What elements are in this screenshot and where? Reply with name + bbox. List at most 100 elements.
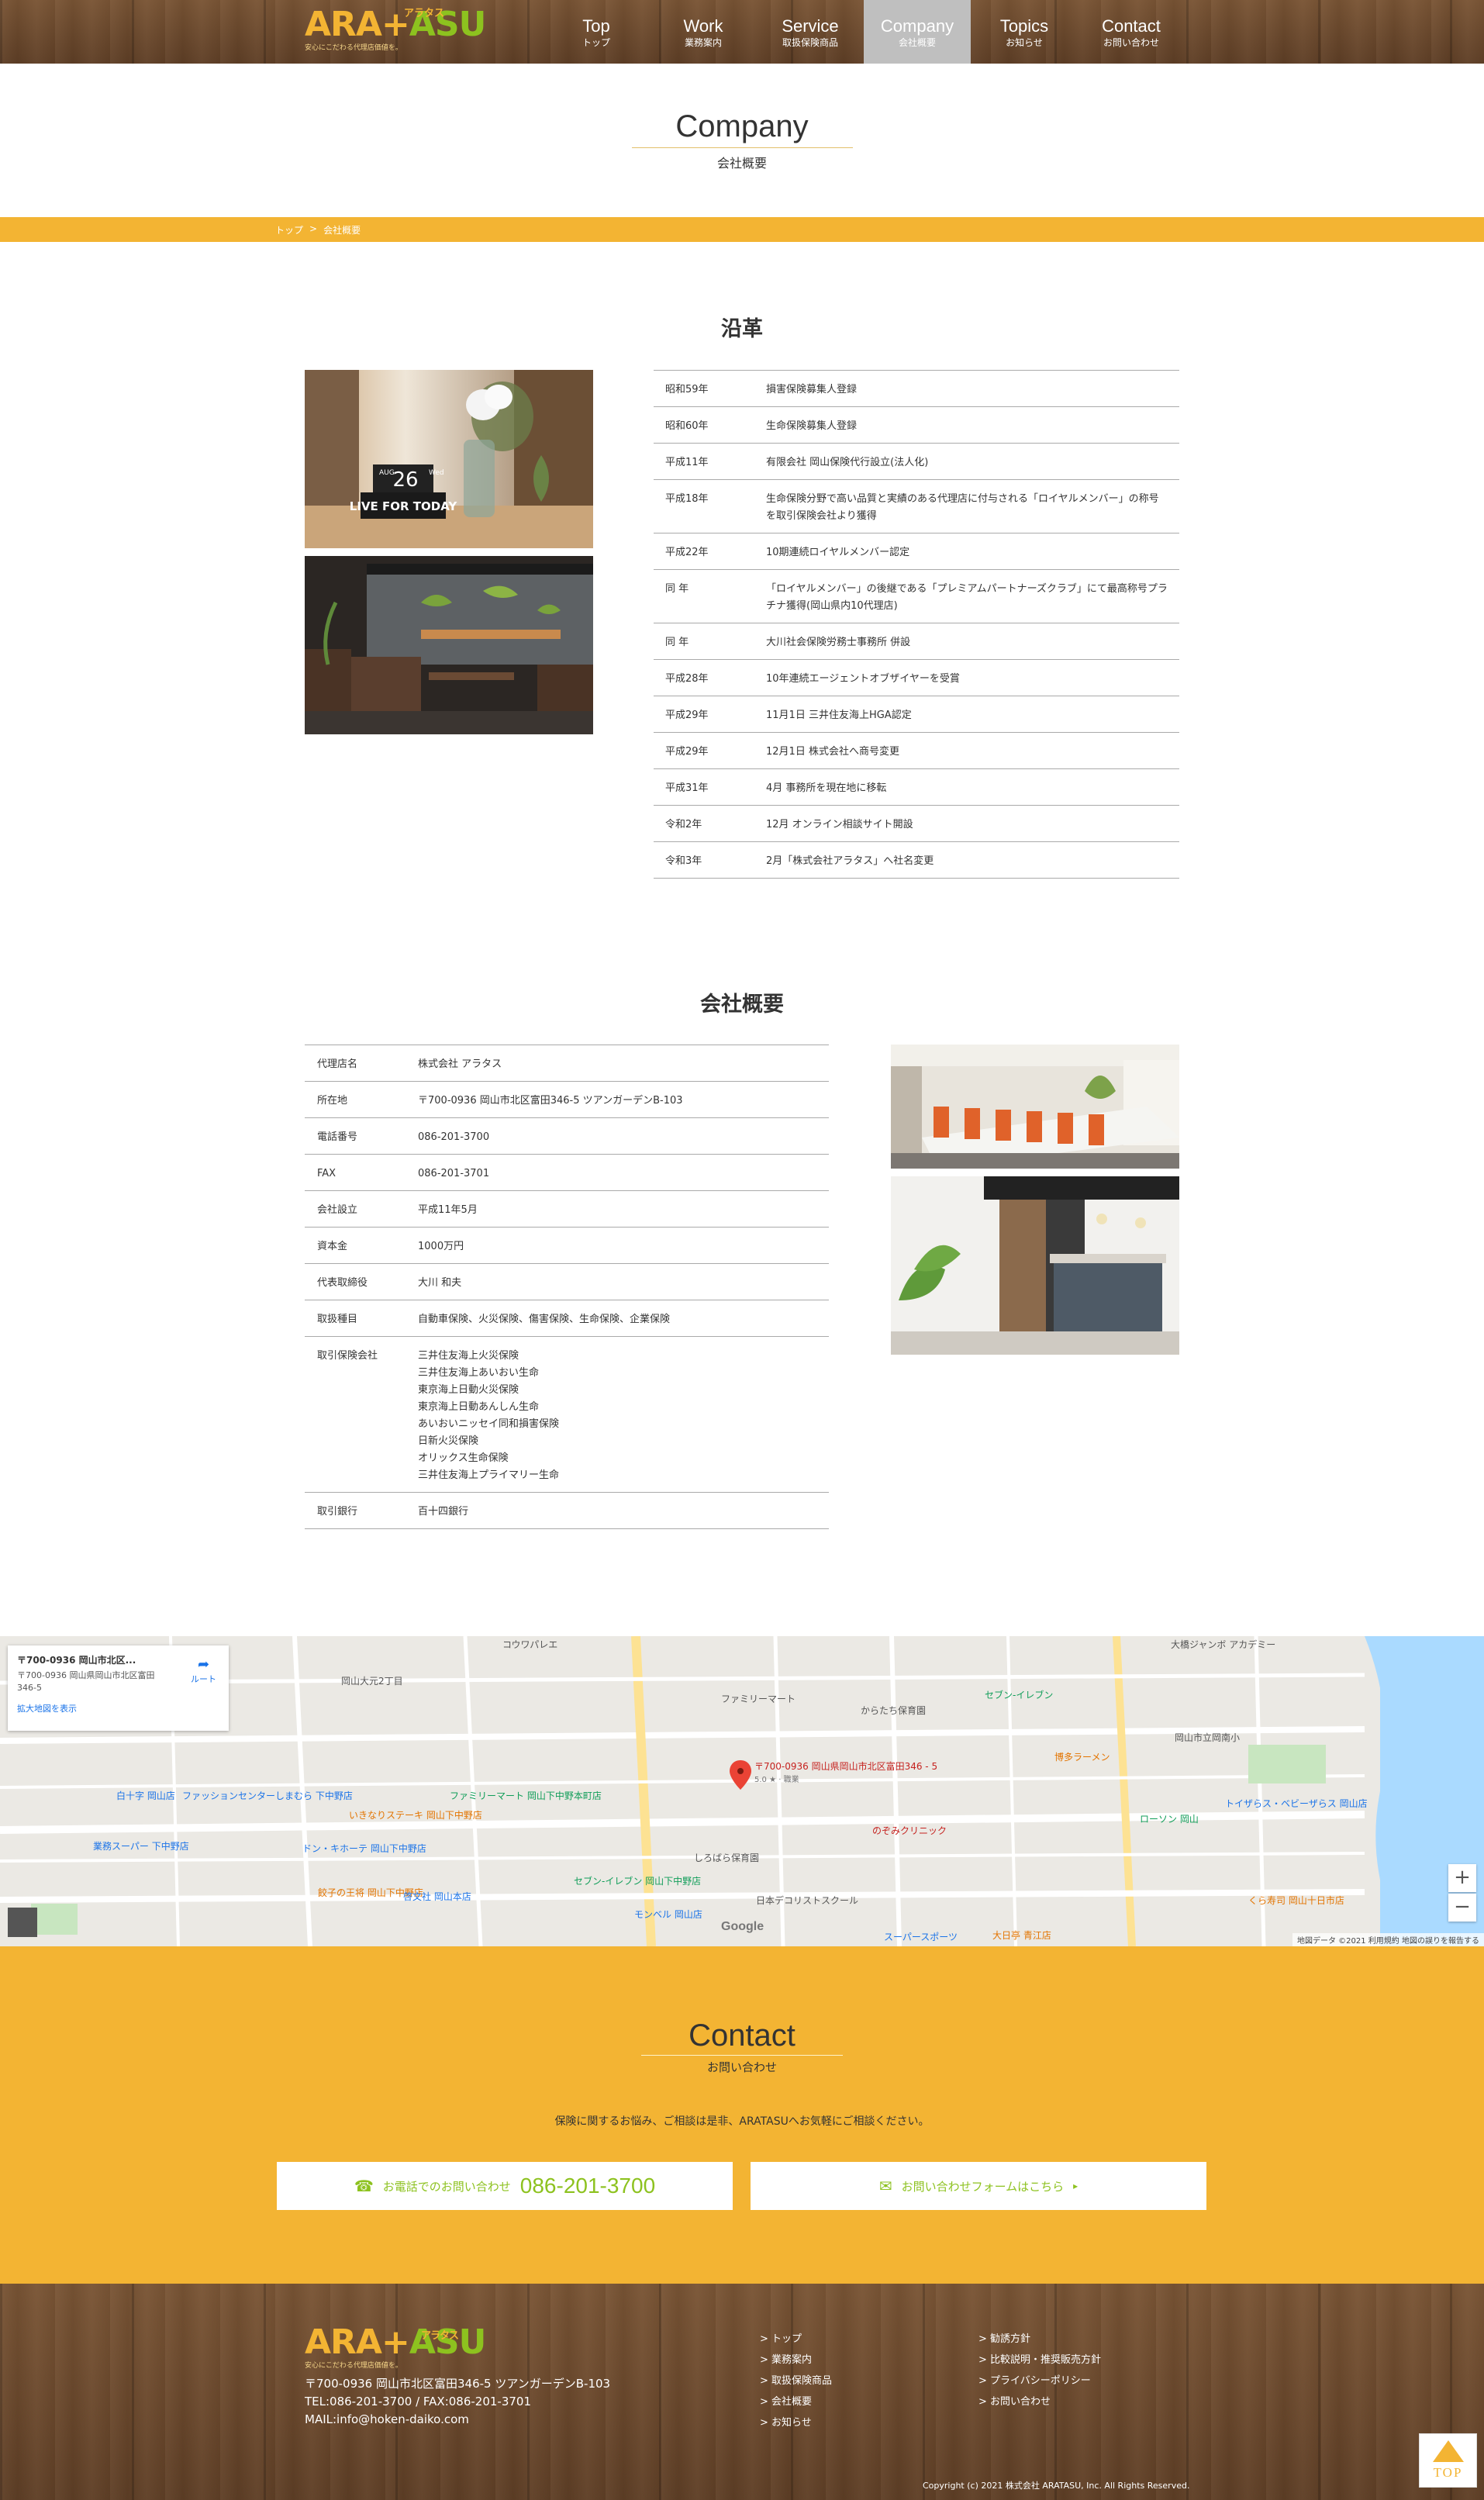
table-row: 取引保険会社 三井住友海上火災保険 三井住友海上あいおい生命 東京海上日動火災保… [305, 1337, 829, 1493]
history-title: 沿革 [721, 317, 763, 341]
table-row: 平成29年 11月1日 三井住友海上HGA認定 [654, 696, 1179, 733]
title-underline [631, 147, 853, 148]
logo-kana: アラタス [404, 8, 445, 19]
footer-address: 〒700-0936 岡山市北区富田346-5 ツアンガーデンB-103 [305, 2377, 611, 2391]
map-label: モンベル 岡山店 [634, 1909, 702, 1920]
map-zoom-out-button[interactable]: − [1448, 1894, 1476, 1922]
map-label: ファミリーマート [721, 1694, 795, 1704]
nav-company[interactable]: Company 会社概要 [864, 0, 971, 64]
chevron-right-icon: ▸ [1073, 2181, 1078, 2191]
map-label: 啓文社 岡山本店 [403, 1891, 471, 1902]
map-label: しろばら保育園 [694, 1852, 759, 1863]
map-pin-label: 〒700-0936 岡山県岡山市北区富田346 - 5 [754, 1760, 937, 1772]
map-label: くら寿司 岡山十日市店 [1248, 1894, 1344, 1906]
google-logo: Google [721, 1920, 764, 1933]
phone-contact-number: 086-201-3700 [519, 2174, 656, 2198]
footer-link-top[interactable]: > トップ [760, 2329, 832, 2350]
site-footer: ARA+ASU アラタス 安心にこだわる代理店価値を。 〒700-0936 岡山… [0, 2284, 1484, 2500]
directions-icon: ➦ [197, 1656, 210, 1673]
back-to-top-button[interactable]: TOP [1419, 2433, 1477, 2488]
map-label: ファッションセンターしまむら 下中野店 [182, 1790, 353, 1801]
breadcrumb-current: 会社概要 [323, 225, 361, 236]
phone-contact-button[interactable]: ☎ お電話でのお問い合わせ 086-201-3700 [277, 2162, 733, 2210]
page-title-ja: 会社概要 [716, 156, 767, 171]
map-card-address: 〒700-0936 岡山県岡山市北区富田 346-5 [17, 1670, 155, 1693]
map-enlarge-link[interactable]: 拡大地図を表示 [17, 1702, 219, 1714]
google-map[interactable]: 〒700-0936 岡山県岡山市北区富田346 - 5 5.0 ★ · 職業 コ… [0, 1636, 1484, 1946]
map-route-button[interactable]: ➦ ルート [191, 1656, 216, 1685]
copyright: Copyright (c) 2021 株式会社 ARATASU, Inc. Al… [923, 2481, 1190, 2491]
footer-link-company[interactable]: > 会社概要 [760, 2391, 832, 2412]
footer-link-contact[interactable]: > お問い合わせ [978, 2391, 1101, 2412]
breadcrumb: トップ > 会社概要 [275, 223, 361, 237]
phone-icon: ☎ [354, 2177, 374, 2195]
map-label: のぞみクリニック [872, 1825, 947, 1836]
map-card-title: 〒700-0936 岡山市北区... [17, 1655, 136, 1666]
table-row: 代表取締役 大川 和夫 [305, 1264, 829, 1300]
map-label: ドン・キホーテ 岡山下中野店 [302, 1842, 426, 1854]
footer-nav-policy: > 勧誘方針 > 比較説明・推奨販売方針 > プライバシーポリシー > お問い合… [978, 2329, 1101, 2412]
map-label: いきなりステーキ 岡山下中野店 [349, 1809, 482, 1821]
photo-lounge [305, 556, 593, 734]
table-row: 令和3年 2月「株式会社アラタス」へ社名変更 [654, 842, 1179, 879]
main-nav: Top トップ Work 業務案内 Service 取扱保険商品 Company 会社概… [543, 0, 1185, 64]
footer-logo-text-ara: ARA [305, 2322, 382, 2362]
arrow-up-icon [1432, 2440, 1464, 2462]
map-satellite-toggle[interactable] [8, 1908, 37, 1937]
nav-contact[interactable]: Contact お問い合わせ [1078, 0, 1185, 64]
table-row: 資本金 1000万円 [305, 1228, 829, 1264]
footer-link-service[interactable]: > 取扱保険商品 [760, 2371, 832, 2391]
table-row: 昭和60年 生命保険募集人登録 [654, 407, 1179, 444]
map-pin-sub: 5.0 ★ · 職業 [754, 1774, 799, 1784]
form-contact-label: お問い合わせフォームはこちら [901, 2179, 1065, 2194]
table-row: 昭和59年 損害保険募集人登録 [654, 371, 1179, 407]
footer-link-work[interactable]: > 業務案内 [760, 2350, 832, 2371]
breadcrumb-separator: > [309, 223, 318, 234]
nav-service[interactable]: Service 取扱保険商品 [757, 0, 864, 64]
table-row: 取扱種目 自動車保険、火災保険、傷害保険、生命保険、企業保険 [305, 1300, 829, 1337]
table-row: 平成22年 10期連続ロイヤルメンバー認定 [654, 533, 1179, 570]
footer-logo[interactable]: ARA+ASU アラタス 安心にこだわる代理店価値を。 [305, 2324, 491, 2371]
table-row: 取引銀行 百十四銀行 [305, 1493, 829, 1529]
calendar-slogan: LIVE FOR TODAY [350, 499, 458, 513]
page-title: Company 会社概要 [0, 109, 1484, 171]
breadcrumb-home[interactable]: トップ [275, 223, 303, 237]
footer-link-privacy[interactable]: > プライバシーポリシー [978, 2371, 1101, 2391]
footer-link-comparison[interactable]: > 比較説明・推奨販売方針 [978, 2350, 1101, 2371]
site-logo[interactable]: ARA+ASU アラタス 安心にこだわる代理店価値を。 [305, 6, 499, 54]
table-row: 所在地 〒700-0936 岡山市北区富田346-5 ツアンガーデンB-103 [305, 1082, 829, 1118]
footer-link-topics[interactable]: > お知らせ [760, 2412, 832, 2433]
insurer-list: 三井住友海上火災保険 三井住友海上あいおい生命 東京海上日動火災保険 東京海上日… [418, 1350, 560, 1481]
map-label: 業務スーパー 下中野店 [93, 1840, 189, 1852]
map-label: セブン-イレブン [985, 1689, 1053, 1701]
nav-topics[interactable]: Topics お知らせ [971, 0, 1078, 64]
footer-address-block: 〒700-0936 岡山市北区富田346-5 ツアンガーデンB-103 TEL:… [305, 2375, 610, 2429]
breadcrumb-bar: トップ > 会社概要 [0, 217, 1484, 242]
contact-section: Contact お問い合わせ 保険に関するお悩み、ご相談は是非、ARATASUへ… [0, 1946, 1484, 2284]
calendar-day: Wed [429, 469, 444, 477]
table-row: 平成31年 4月 事務所を現在地に移転 [654, 769, 1179, 806]
map-label: 白十字 岡山店 [116, 1790, 175, 1801]
map-label: セブン-イレブン 岡山下中野店 [574, 1875, 701, 1887]
history-table: 昭和59年 損害保険募集人登録 昭和60年 生命保険募集人登録 平成11年 有限会社 … [654, 370, 1179, 879]
map-label: からたち保育園 [861, 1704, 926, 1716]
logo-text-ara: ARA [305, 5, 382, 44]
contact-lead: 保険に関するお悩み、ご相談は是非、ARATASUへお気軽にご相談ください。 [554, 2115, 930, 2128]
footer-telfax: TEL:086-201-3700 / FAX:086-201-3701 [305, 2395, 532, 2408]
map-label: 日本デコリストスクール [756, 1894, 858, 1906]
form-contact-button[interactable]: ✉ お問い合わせフォームはこちら ▸ [751, 2162, 1206, 2210]
map-zoom-in-button[interactable]: + [1448, 1864, 1476, 1892]
footer-link-solicitation[interactable]: > 勧誘方針 [978, 2329, 1101, 2350]
table-row: FAX 086-201-3701 [305, 1155, 829, 1191]
back-to-top-label: TOP [1433, 2465, 1463, 2480]
map-label: ローソン 岡山 [1140, 1814, 1199, 1825]
nav-top[interactable]: Top トップ [543, 0, 650, 64]
overview-table: 代理店名 株式会社 アラタス 所在地 〒700-0936 岡山市北区富田346-5 … [305, 1045, 829, 1529]
map-label: コウワパレエ [502, 1639, 557, 1650]
map-attribution: 地図データ ©2021 利用規約 地図の誤りを報告する [1292, 1933, 1484, 1946]
map-label: トイザらス・ベビーザらス 岡山店 [1225, 1798, 1368, 1809]
nav-work[interactable]: Work 業務案内 [650, 0, 757, 64]
table-row: 同 年「ロイヤルメンバー」の後継である「プレミアムパートナーズクラブ」にて最高称… [654, 570, 1179, 623]
map-label: スーパースポーツ [884, 1932, 958, 1942]
photo-meeting-room [891, 1045, 1179, 1169]
